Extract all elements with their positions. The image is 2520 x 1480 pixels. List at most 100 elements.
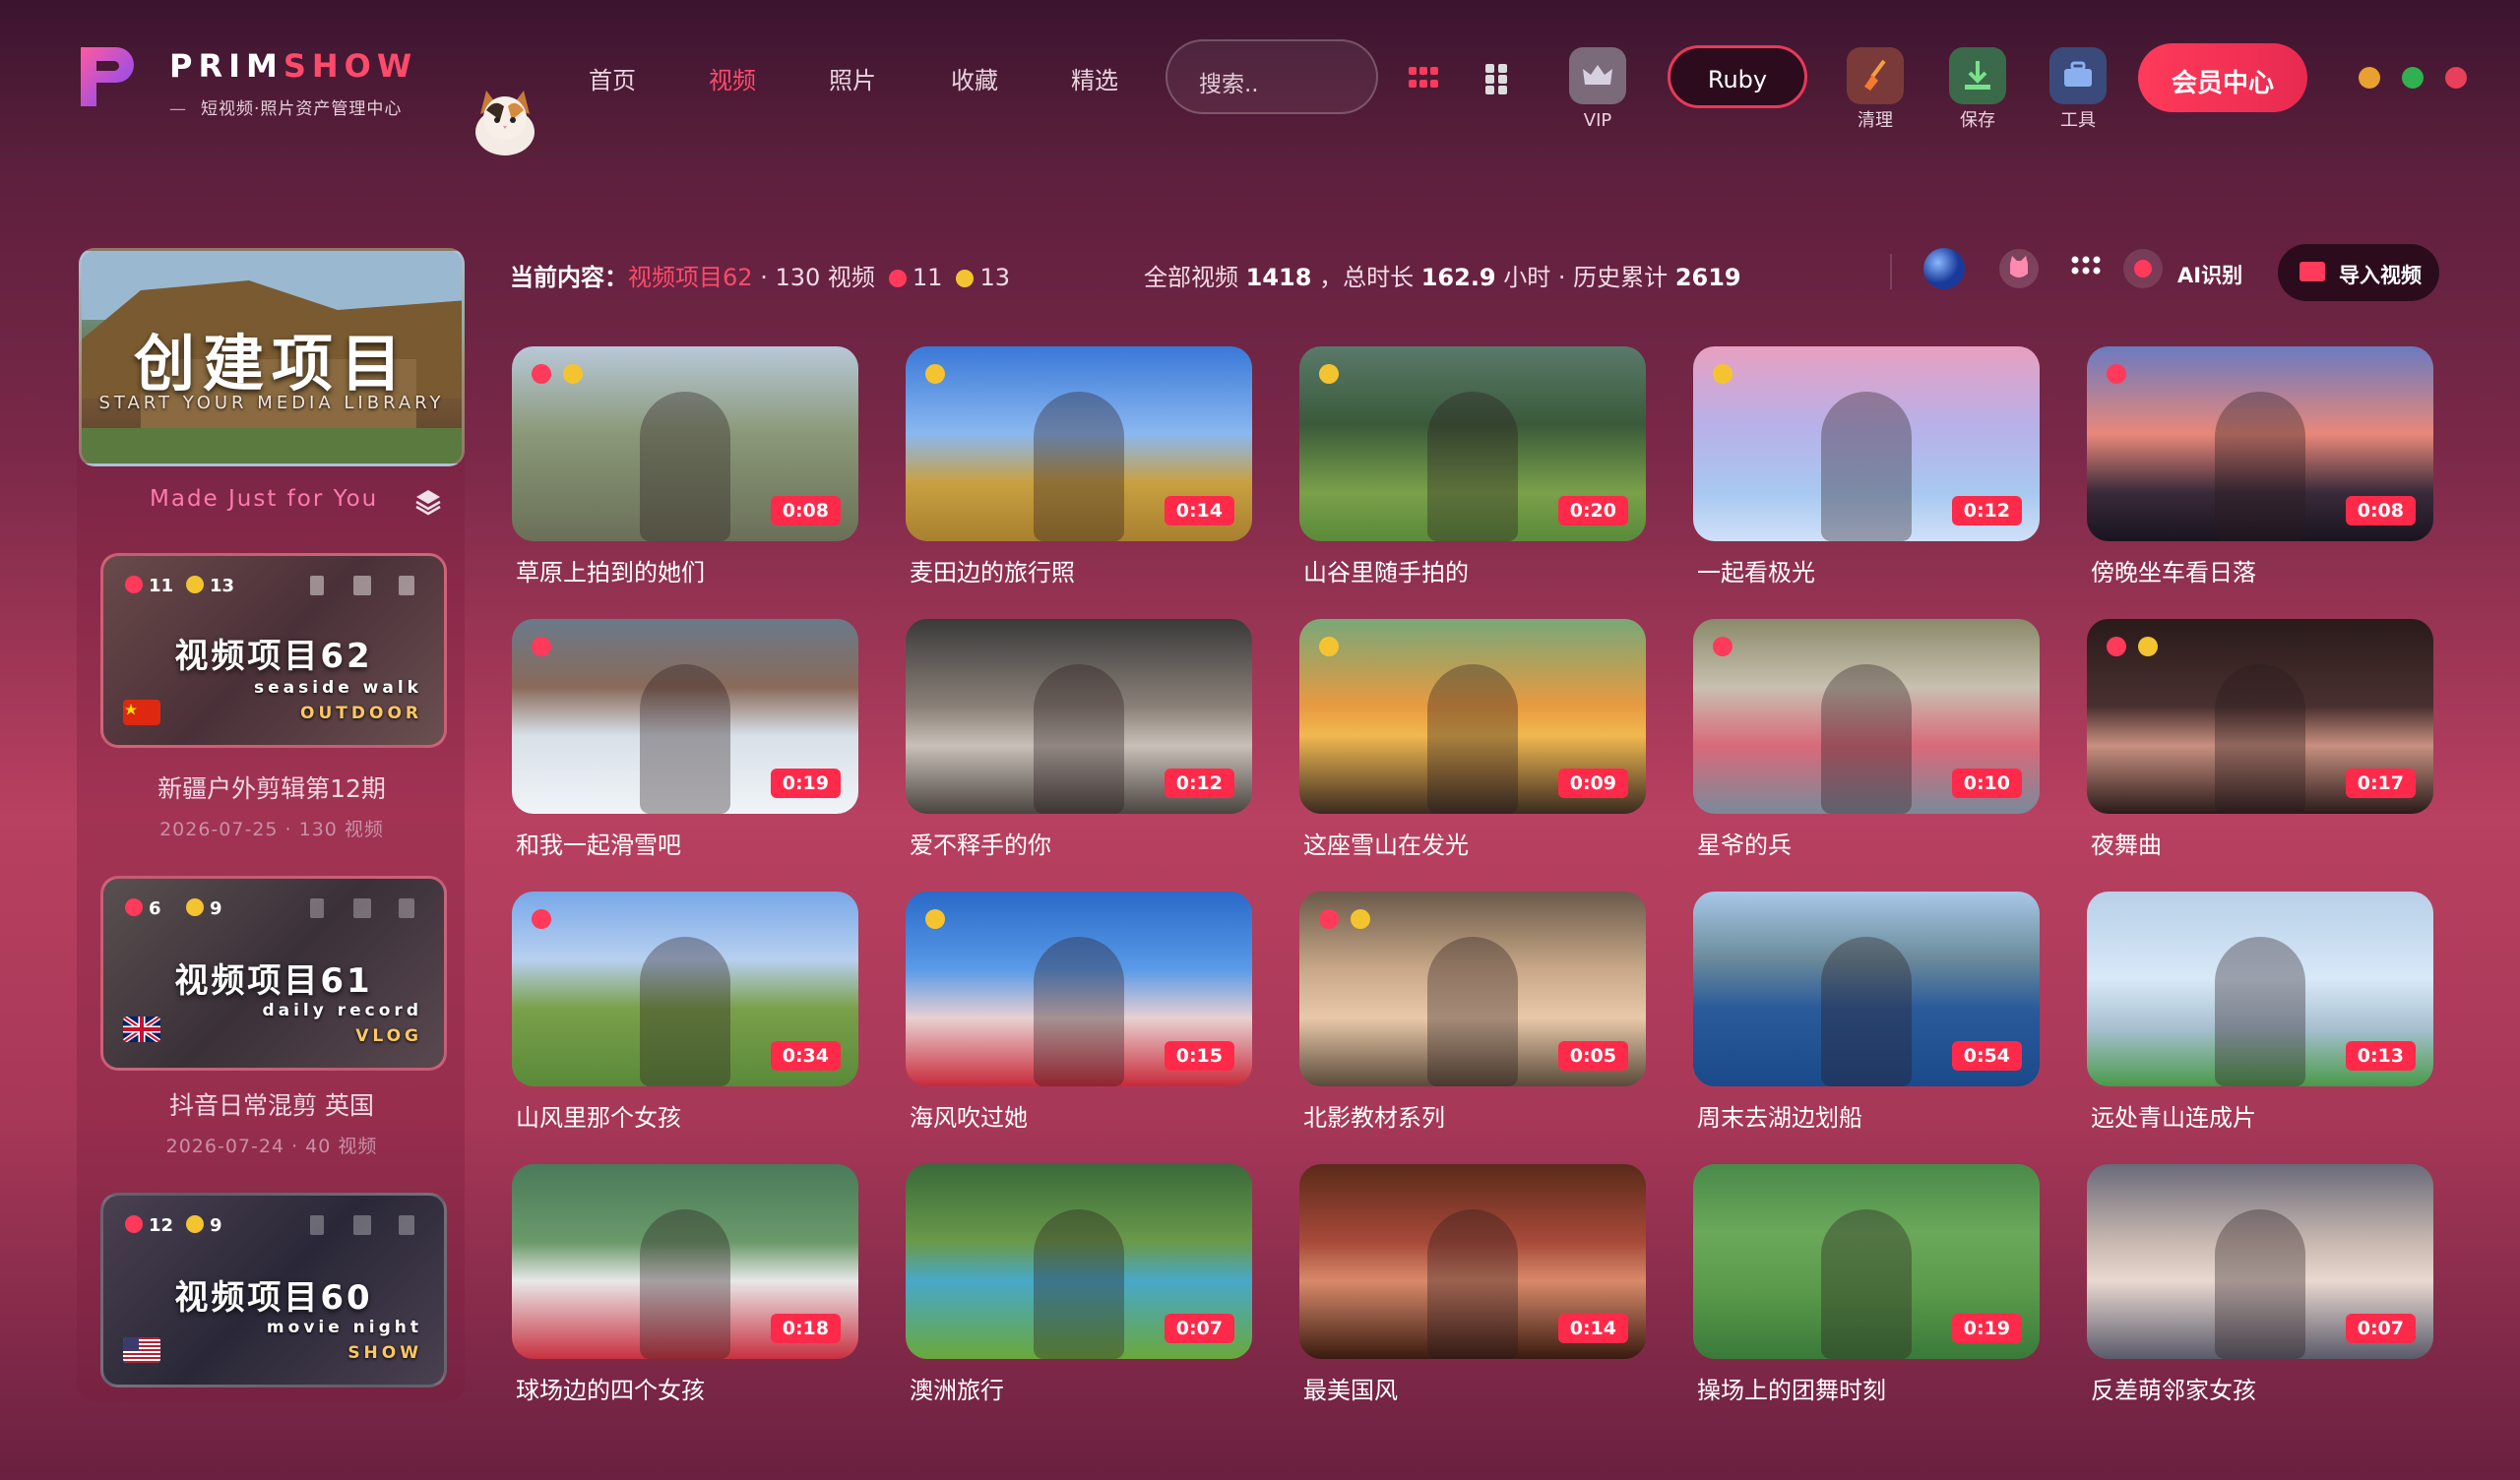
nav-home[interactable]: 首页 (589, 61, 636, 95)
toolbox-icon (2064, 61, 2092, 87)
video-card[interactable]: 0:05 (1299, 892, 1646, 1086)
china-flag-icon (123, 700, 160, 725)
yellow-tag-dot (925, 364, 945, 384)
video-title[interactable]: 夜舞曲 (2091, 826, 2162, 860)
list-view-icon[interactable] (1480, 63, 1512, 94)
video-card[interactable]: 0:08 (2087, 346, 2433, 541)
video-card[interactable]: 0:08 (512, 346, 858, 541)
video-title[interactable]: 和我一起滑雪吧 (516, 826, 681, 860)
save-button[interactable] (1949, 47, 2006, 104)
project-card-60[interactable]: 12 9 视频项目60 movie night SHOW (100, 1193, 447, 1388)
video-title[interactable]: 草原上拍到的她们 (516, 553, 705, 587)
video-title[interactable]: 球场边的四个女孩 (516, 1371, 705, 1405)
video-title[interactable]: 反差萌邻家女孩 (2091, 1371, 2256, 1405)
video-title[interactable]: 澳洲旅行 (910, 1371, 1004, 1405)
import-video-button[interactable]: 导入视频 (2278, 244, 2439, 301)
vip-label: VIP (1583, 110, 1612, 131)
video-thumbnail (640, 937, 730, 1086)
project-meta: 2026-07-25 · 130 视频 (159, 819, 384, 840)
project-actions (306, 896, 424, 920)
ai-record-icon[interactable] (2120, 246, 2166, 291)
video-card[interactable]: 0:15 (906, 892, 1252, 1086)
current-project-link[interactable]: 视频项目62 (628, 264, 753, 291)
video-card[interactable]: 0:17 (2087, 619, 2433, 814)
project-card-61[interactable]: 6 9 视频项目61 daily record VLOG (100, 876, 447, 1071)
layers-icon (415, 490, 441, 516)
nav-photos[interactable]: 照片 (829, 61, 876, 95)
nav-videos[interactable]: 视频 (709, 61, 756, 95)
video-card[interactable]: 0:14 (906, 346, 1252, 541)
brand-name: PRIMSHOW (169, 47, 418, 85)
toolbar-divider (1890, 254, 1892, 289)
video-title[interactable]: 麦田边的旅行照 (910, 553, 1075, 587)
video-title[interactable]: 海风吹过她 (910, 1098, 1028, 1133)
video-card[interactable]: 0:10 (1693, 619, 2040, 814)
video-card[interactable]: 0:07 (906, 1164, 1252, 1359)
yellow-tag-dot (563, 364, 583, 384)
video-card[interactable]: 0:13 (2087, 892, 2433, 1086)
red-tag-dot (2107, 637, 2126, 656)
video-card[interactable]: 0:19 (1693, 1164, 2040, 1359)
video-title[interactable]: 星爷的兵 (1697, 826, 1792, 860)
dots-grid-icon[interactable] (2063, 246, 2109, 291)
cat-filter-icon[interactable] (1996, 246, 2042, 291)
video-title[interactable]: 傍晚坐车看日落 (2091, 553, 2256, 587)
video-title[interactable]: 这座雪山在发光 (1303, 826, 1469, 860)
member-center-button[interactable]: 会员中心 (2138, 43, 2307, 112)
tools-label: 工具 (2060, 110, 2096, 131)
video-duration: 0:19 (770, 769, 841, 798)
download-icon (1965, 61, 1990, 90)
video-card[interactable]: 0:07 (2087, 1164, 2433, 1359)
nav-favorites[interactable]: 收藏 (951, 61, 998, 95)
video-card[interactable]: 0:20 (1299, 346, 1646, 541)
video-title[interactable]: 山风里那个女孩 (516, 1098, 681, 1133)
project-name: 抖音日常混剪 英国 (169, 1091, 374, 1120)
video-thumbnail (1034, 664, 1124, 814)
video-duration: 0:10 (1951, 769, 2022, 798)
video-card[interactable]: 0:12 (1693, 346, 2040, 541)
video-card[interactable]: 0:19 (512, 619, 858, 814)
crown-icon (1583, 65, 1612, 85)
clean-button[interactable] (1847, 47, 1904, 104)
video-duration: 0:12 (1164, 769, 1234, 798)
video-title[interactable]: 北影教材系列 (1303, 1098, 1445, 1133)
video-card[interactable]: 0:34 (512, 892, 858, 1086)
globe-icon[interactable] (1922, 246, 1967, 291)
window-close-button[interactable] (2445, 67, 2467, 89)
video-title[interactable]: 最美国风 (1303, 1371, 1398, 1405)
yellow-dot-icon (956, 270, 975, 287)
video-card[interactable]: 0:12 (906, 619, 1252, 814)
grid-view-icon[interactable] (1408, 63, 1439, 94)
project-category: SHOW (347, 1343, 422, 1363)
video-card[interactable]: 0:54 (1693, 892, 2040, 1086)
tools-button[interactable] (2049, 47, 2107, 104)
ai-recognition-button[interactable]: AI识别 (2177, 260, 2242, 289)
video-thumbnail (1821, 392, 1912, 541)
vip-button[interactable] (1569, 47, 1626, 104)
project-card-62[interactable]: 11 13 视频项目62 seaside walk OUTDOOR (100, 553, 447, 748)
user-button[interactable]: Ruby (1668, 45, 1807, 108)
video-title[interactable]: 一起看极光 (1697, 553, 1815, 587)
video-card[interactable]: 0:09 (1299, 619, 1646, 814)
search-input[interactable]: 搜索.. (1166, 39, 1378, 114)
uk-flag-icon (123, 1017, 160, 1042)
nav-featured[interactable]: 精选 (1071, 61, 1118, 95)
clean-label: 清理 (1858, 110, 1893, 131)
video-title[interactable]: 爱不释手的你 (910, 826, 1051, 860)
video-title[interactable]: 操场上的团舞时刻 (1697, 1371, 1886, 1405)
video-title[interactable]: 远处青山连成片 (2091, 1098, 2256, 1133)
video-title[interactable]: 山谷里随手拍的 (1303, 553, 1469, 587)
video-card[interactable]: 0:18 (512, 1164, 858, 1359)
logo-icon (81, 47, 134, 106)
create-project-card[interactable]: 创建项目 START YOUR MEDIA LIBRARY (79, 248, 465, 466)
video-card[interactable]: 0:14 (1299, 1164, 1646, 1359)
video-duration: 0:08 (2345, 496, 2416, 525)
window-maximize-button[interactable] (2402, 67, 2424, 89)
video-title[interactable]: 周末去湖边划船 (1697, 1098, 1862, 1133)
video-thumbnail (1821, 1209, 1912, 1359)
project-tag: movie night (266, 1318, 422, 1337)
window-minimize-button[interactable] (2359, 67, 2380, 89)
video-duration: 0:20 (1557, 496, 1628, 525)
us-flag-icon (123, 1337, 160, 1363)
red-tag-dot (1319, 909, 1339, 929)
